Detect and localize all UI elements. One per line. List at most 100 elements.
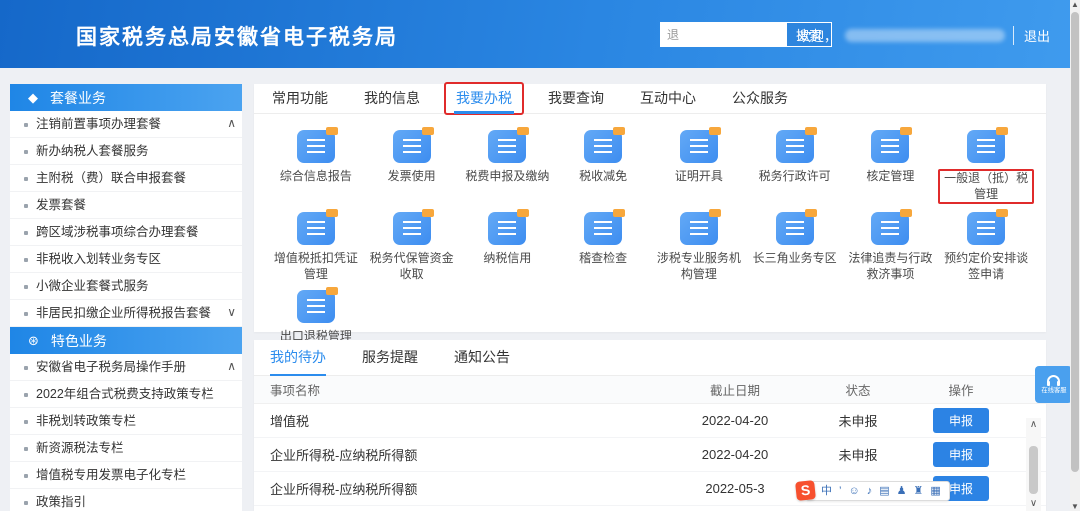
column-status: 状态 [810,380,906,399]
emoji-icon[interactable]: ☺ [848,486,859,497]
etax-bureau-page: 国家税务总局安徽省电子税务局 搜索 欢迎， 退出 ◆ 套餐业务 ∧ ∨ 注销前置… [0,0,1080,511]
sidebar-item-policy-guide[interactable]: 政策指引 [10,489,242,511]
sidebar-section-special-business[interactable]: ⊛ 特色业务 [10,327,242,354]
certificate-issuance-icon [680,130,718,163]
sidebar-item-2022-tax-policy-column[interactable]: 2022年组合式税费支持政策专栏 [10,381,242,408]
tab-i-want-to-do-tax[interactable]: 我要办税 [454,84,514,114]
custody-funds-collection-icon [393,212,431,245]
todo-deadline: 2022-04-20 [660,447,810,462]
mic-icon[interactable]: ♪ [867,486,873,497]
table-row: 增值税 2022-04-20 未申报 申报 [254,404,1046,438]
person-icon[interactable]: ♟ [897,486,907,497]
todo-table-header: 事项名称 截止日期 状态 操作 [254,376,1046,404]
sidebar-item-new-taxpayer-package[interactable]: 新办纳税人套餐服务 [10,138,242,165]
punctuation-icon[interactable]: ’ [839,486,841,497]
scroll-up-icon[interactable]: ∧ [1030,418,1037,432]
table-row: 企业所得税-应纳税所得额 2022-04-20 未申报 申报 [254,438,1046,472]
scrollbar-thumb[interactable] [1029,446,1038,494]
sidebar: ◆ 套餐业务 ∧ ∨ 注销前置事项办理套餐 新办纳税人套餐服务 主附税（费）联合… [10,84,242,511]
column-item-name: 事项名称 [270,380,660,399]
app-assessment-management[interactable]: 核定管理 [843,122,939,204]
sidebar-item-vat-einvoice-column[interactable]: 增值税专用发票电子化专栏 [10,462,242,489]
app-vat-deduction-voucher[interactable]: 增值税抵扣凭证管理 [268,204,364,282]
advance-pricing-icon [967,212,1005,245]
main-tabs: 常用功能 我的信息 我要办税 我要查询 互动中心 公众服务 [254,84,1046,114]
sidebar-item-joint-declaration-package[interactable]: 主附税（费）联合申报套餐 [10,165,242,192]
declare-button[interactable]: 申报 [933,442,989,467]
tab-common-functions[interactable]: 常用功能 [270,84,330,114]
app-tax-relief[interactable]: 税收减免 [555,122,651,204]
sidebar-scroll-down-icon[interactable]: ∨ [227,306,236,318]
online-service-button[interactable]: 在线客服 [1035,366,1072,403]
sidebar-item-nontax-transfer-policy[interactable]: 非税划转政策专栏 [10,408,242,435]
scrollbar-thumb[interactable] [1071,12,1079,472]
app-tax-filing-payment[interactable]: 税费申报及缴纳 [460,122,556,204]
skin-icon[interactable]: ♜ [913,486,923,497]
app-general-tax-refund[interactable]: 一般退（抵）税管理 [938,122,1034,204]
app-invoice-use[interactable]: 发票使用 [364,122,460,204]
header: 国家税务总局安徽省电子税务局 搜索 欢迎， 退出 [0,0,1080,68]
package-business-icon: ◆ [28,90,38,106]
tab-interaction-center[interactable]: 互动中心 [638,84,698,114]
column-deadline: 截止日期 [660,380,810,399]
special-business-icon: ⊛ [28,333,39,349]
app-tax-admin-license[interactable]: 税务行政许可 [747,122,843,204]
tab-my-info[interactable]: 我的信息 [362,84,422,114]
app-tax-credit[interactable]: 纳税信用 [460,204,556,282]
annotation-red-box: 一般退（抵）税管理 [938,169,1034,204]
search-input[interactable] [660,22,786,47]
app-legal-recourse-remedy[interactable]: 法律追责与行政救济事项 [843,204,939,282]
sidebar-item-cross-region-tax-package[interactable]: 跨区域涉税事项综合办理套餐 [10,219,242,246]
tab-notice-announcement[interactable]: 通知公告 [454,340,510,376]
tab-my-todo[interactable]: 我的待办 [270,340,326,376]
keyboard-icon[interactable]: ▤ [879,486,889,497]
toolbox-icon[interactable]: ▦ [930,486,940,497]
sidebar-item-operation-manual[interactable]: 安徽省电子税务局操作手册 [10,354,242,381]
main-function-card: 常用功能 我的信息 我要办税 我要查询 互动中心 公众服务 综合信息报告 [254,84,1046,332]
sidebar-section-package-business[interactable]: ◆ 套餐业务 [10,84,242,111]
sidebar-item-invoice-package[interactable]: 发票套餐 [10,192,242,219]
tab-service-reminder[interactable]: 服务提醒 [362,340,418,376]
chinese-mode-icon[interactable]: 中 [821,486,832,497]
headset-icon [1047,375,1060,383]
todo-tabs: 我的待办 服务提醒 通知公告 [254,340,1046,376]
general-tax-refund-icon [967,130,1005,163]
sidebar-section-title: 套餐业务 [50,88,106,108]
scrollbar-up-icon[interactable]: ▲ [1070,0,1080,9]
sidebar-item-small-enterprise-package[interactable]: 小微企业套餐式服务 [10,273,242,300]
tax-filing-payment-icon [488,130,526,163]
online-service-label: 在线客服 [1041,385,1066,394]
vat-deduction-voucher-icon [297,212,335,245]
scroll-down-icon[interactable]: ∨ [1030,497,1037,511]
app-custody-funds-collection[interactable]: 税务代保管资金收取 [364,204,460,282]
sidebar-item-new-resource-tax-law[interactable]: 新资源税法专栏 [10,435,242,462]
todo-item-name: 增值税 [270,411,660,430]
sidebar-item-cancellation-pre-matters[interactable]: 注销前置事项办理套餐 [10,111,242,138]
logout-link[interactable]: 退出 [1013,26,1050,45]
declare-button[interactable]: 申报 [933,408,989,433]
app-yangtze-delta-zone[interactable]: 长三角业务专区 [747,204,843,282]
sidebar-item-nontax-revenue-zone[interactable]: 非税收入划转业务专区 [10,246,242,273]
todo-item-name: 企业所得税-应纳税所得额 [270,479,660,498]
column-action: 操作 [906,380,1016,399]
sidebar-item-nonresident-withholding-report[interactable]: 非居民扣缴企业所得税报告套餐 [10,300,242,327]
browser-scrollbar[interactable]: ▲ ▼ [1070,0,1080,511]
app-comprehensive-info-report[interactable]: 综合信息报告 [268,122,364,204]
sidebar-scroll-up-icon[interactable]: ∧ [227,360,236,372]
app-certificate-issuance[interactable]: 证明开具 [651,122,747,204]
sogou-logo-icon[interactable]: S [795,480,816,501]
comprehensive-info-report-icon [297,130,335,163]
app-audit-inspection[interactable]: 稽查检查 [555,204,651,282]
sidebar-scroll-up-icon[interactable]: ∧ [227,117,236,129]
tab-public-services[interactable]: 公众服务 [730,84,790,114]
app-advance-pricing[interactable]: 预约定价安排谈签申请 [938,204,1034,282]
welcome-user-blurred [845,29,1005,42]
todo-scrollbar: ∧ ∨ [1026,418,1041,511]
ime-toolbar[interactable]: S 中 ’ ☺ ♪ ▤ ♟ ♜ ▦ [806,481,950,501]
tax-agency-management-icon [680,212,718,245]
tax-credit-icon [488,212,526,245]
scrollbar-down-icon[interactable]: ▼ [1070,502,1080,511]
tab-i-want-to-query[interactable]: 我要查询 [546,84,606,114]
app-tax-agency-management[interactable]: 涉税专业服务机构管理 [651,204,747,282]
sidebar-special-list: ∧ 安徽省电子税务局操作手册 2022年组合式税费支持政策专栏 非税划转政策专栏… [10,354,242,511]
